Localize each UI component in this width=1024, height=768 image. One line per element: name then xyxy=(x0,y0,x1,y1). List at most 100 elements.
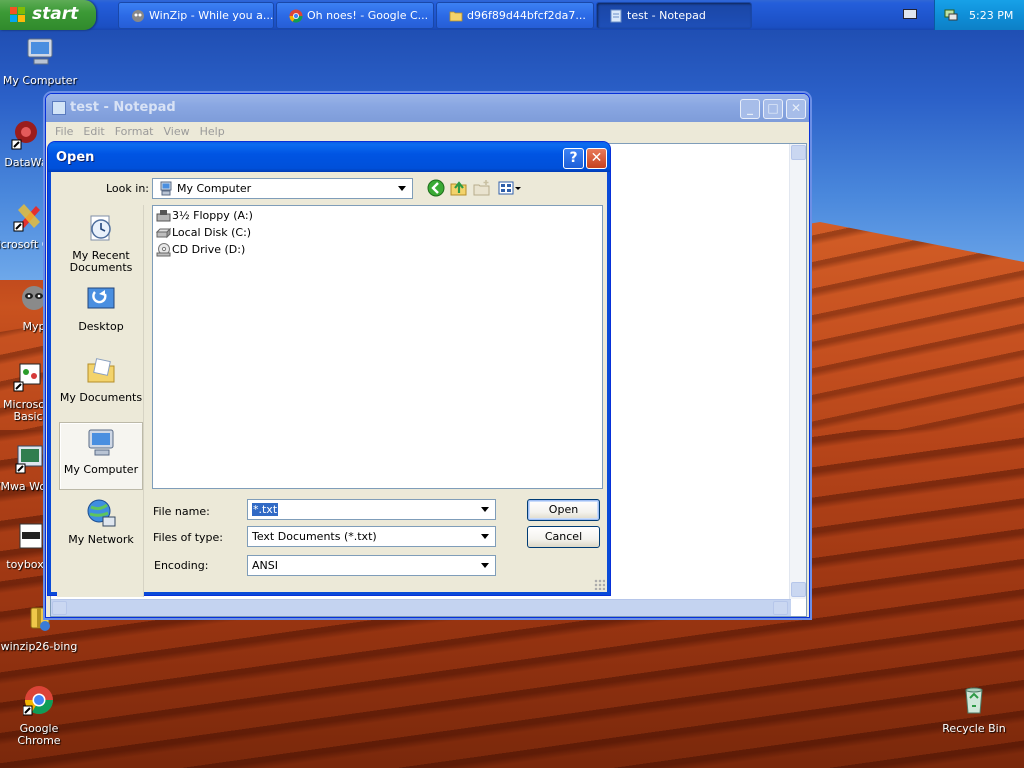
taskbar-button-winzip[interactable]: WinZip - While you a... xyxy=(118,2,274,29)
file-name-input[interactable]: *.txt xyxy=(247,499,496,520)
list-item-cd-drive[interactable]: CD Drive (D:) xyxy=(155,242,602,259)
toybox-icon xyxy=(19,523,43,549)
cancel-button[interactable]: Cancel xyxy=(527,526,600,548)
visual-basic-icon xyxy=(13,363,41,392)
look-in-label: Look in: xyxy=(106,182,149,195)
chevron-down-icon[interactable] xyxy=(477,528,494,545)
desktop-icon-recycle-bin[interactable]: Recycle Bin xyxy=(934,684,1014,735)
taskbar: start WinZip - While you a... Oh noes! -… xyxy=(0,0,1024,30)
place-label: My Computer xyxy=(63,463,139,476)
menu-format[interactable]: Format xyxy=(110,123,159,140)
taskbar-button-label: test - Notepad xyxy=(627,9,706,22)
resize-grip[interactable] xyxy=(594,579,605,590)
list-item-floppy[interactable]: 3½ Floppy (A:) xyxy=(155,208,602,225)
keyboard-icon[interactable] xyxy=(903,9,917,19)
recent-documents-icon xyxy=(90,215,111,241)
taskbar-button-label: Oh noes! - Google C... xyxy=(307,9,429,22)
desktop-icon-label: My Computer xyxy=(2,74,78,87)
floppy-icon xyxy=(156,210,171,222)
dialog-close-button[interactable]: ✕ xyxy=(586,148,607,169)
encoding-dropdown[interactable]: ANSI xyxy=(247,555,496,576)
chevron-down-icon[interactable] xyxy=(477,557,494,574)
notepad-title-bar[interactable]: test - Notepad xyxy=(46,94,809,122)
recycle-bin-icon xyxy=(965,687,983,714)
windows-logo-icon xyxy=(10,7,26,23)
scroll-up-button[interactable] xyxy=(791,145,806,160)
taskbar-button-label: WinZip - While you a... xyxy=(149,9,274,22)
taskbar-button-label: d96f89d44bfcf2da7... xyxy=(467,9,586,22)
views-menu-icon[interactable] xyxy=(497,178,523,198)
scroll-left-button[interactable] xyxy=(52,601,67,615)
chevron-down-icon[interactable] xyxy=(394,180,411,197)
place-my-documents[interactable]: My Documents xyxy=(59,351,143,419)
item-label: 3½ Floppy (A:) xyxy=(172,209,253,222)
visual-cpp-icon xyxy=(13,204,40,232)
look-in-dropdown[interactable]: My Computer xyxy=(152,178,413,199)
taskbar-button-notepad[interactable]: test - Notepad xyxy=(596,2,752,29)
desktop-icon-label: Google Chrome xyxy=(17,722,61,747)
horizontal-scrollbar[interactable] xyxy=(51,599,791,616)
open-button[interactable]: Open xyxy=(527,499,600,521)
place-my-recent-documents[interactable]: My Recent Documents xyxy=(59,209,143,277)
place-my-network[interactable]: My Network xyxy=(59,493,143,561)
vmware-icon xyxy=(15,445,43,474)
network-icon[interactable] xyxy=(943,7,959,23)
folder-icon xyxy=(449,11,463,22)
scroll-down-button[interactable] xyxy=(791,582,806,597)
hard-disk-icon xyxy=(156,227,171,239)
item-label: Local Disk (C:) xyxy=(172,226,252,239)
my-computer-icon xyxy=(160,181,172,196)
up-folder-icon[interactable] xyxy=(449,178,469,198)
vertical-scrollbar[interactable] xyxy=(789,144,806,599)
notepad-menu-bar: File Edit Format View Help xyxy=(50,123,230,143)
clock[interactable]: 5:23 PM xyxy=(969,9,1013,22)
desktop-icon-label: winzip26-bing xyxy=(0,640,78,653)
place-label: My Network xyxy=(68,533,134,546)
cd-drive-icon xyxy=(156,243,171,257)
menu-help[interactable]: Help xyxy=(195,123,230,140)
my-computer-icon xyxy=(27,38,53,65)
file-list[interactable]: 3½ Floppy (A:) Local Disk (C:) CD Drive … xyxy=(152,205,603,489)
file-name-value: *.txt xyxy=(252,503,279,516)
place-my-computer[interactable]: My Computer xyxy=(59,422,143,490)
help-button[interactable]: ? xyxy=(563,148,584,169)
taskbar-button-folder[interactable]: d96f89d44bfcf2da7... xyxy=(436,2,594,29)
menu-file[interactable]: File xyxy=(50,123,78,140)
look-in-value: My Computer xyxy=(177,182,252,195)
new-folder-icon[interactable] xyxy=(472,178,492,198)
files-of-type-dropdown[interactable]: Text Documents (*.txt) xyxy=(247,526,496,547)
notepad-icon xyxy=(610,9,622,23)
dialog-title: Open xyxy=(56,150,95,165)
desktop-icon-label: Recycle Bin xyxy=(942,722,1006,735)
chrome-icon xyxy=(22,686,53,716)
list-item-local-disk[interactable]: Local Disk (C:) xyxy=(155,225,602,242)
start-button[interactable]: start xyxy=(0,0,96,30)
my-computer-icon xyxy=(88,429,114,456)
open-dialog-title-bar[interactable]: Open xyxy=(48,142,610,172)
notepad-icon xyxy=(52,101,66,115)
menu-view[interactable]: View xyxy=(159,123,195,140)
places-bar: My Recent Documents Desktop My Documents… xyxy=(57,205,144,597)
desktop-icon-google-chrome[interactable]: Google Chrome xyxy=(0,684,79,747)
place-label: My Documents xyxy=(59,391,143,404)
my-documents-icon xyxy=(87,358,115,383)
place-desktop[interactable]: Desktop xyxy=(59,280,143,348)
chrome-icon xyxy=(289,9,303,23)
my-network-icon xyxy=(87,499,116,527)
scroll-right-button[interactable] xyxy=(773,601,788,615)
encoding-value: ANSI xyxy=(252,559,278,572)
file-name-label: File name: xyxy=(153,505,210,518)
back-icon[interactable] xyxy=(426,178,446,198)
close-button[interactable]: ✕ xyxy=(786,99,806,119)
maximize-button[interactable]: □ xyxy=(763,99,783,119)
minimize-button[interactable]: _ xyxy=(740,99,760,119)
encoding-label: Encoding: xyxy=(154,559,209,572)
desktop-icon-my-computer[interactable]: My Computer xyxy=(0,36,80,87)
notepad-title: test - Notepad xyxy=(70,100,176,115)
winzip-icon xyxy=(132,10,144,22)
menu-edit[interactable]: Edit xyxy=(78,123,109,140)
taskbar-button-chrome[interactable]: Oh noes! - Google C... xyxy=(276,2,434,29)
chevron-down-icon[interactable] xyxy=(477,501,494,518)
place-label: Desktop xyxy=(78,320,124,333)
files-of-type-label: Files of type: xyxy=(153,531,224,544)
